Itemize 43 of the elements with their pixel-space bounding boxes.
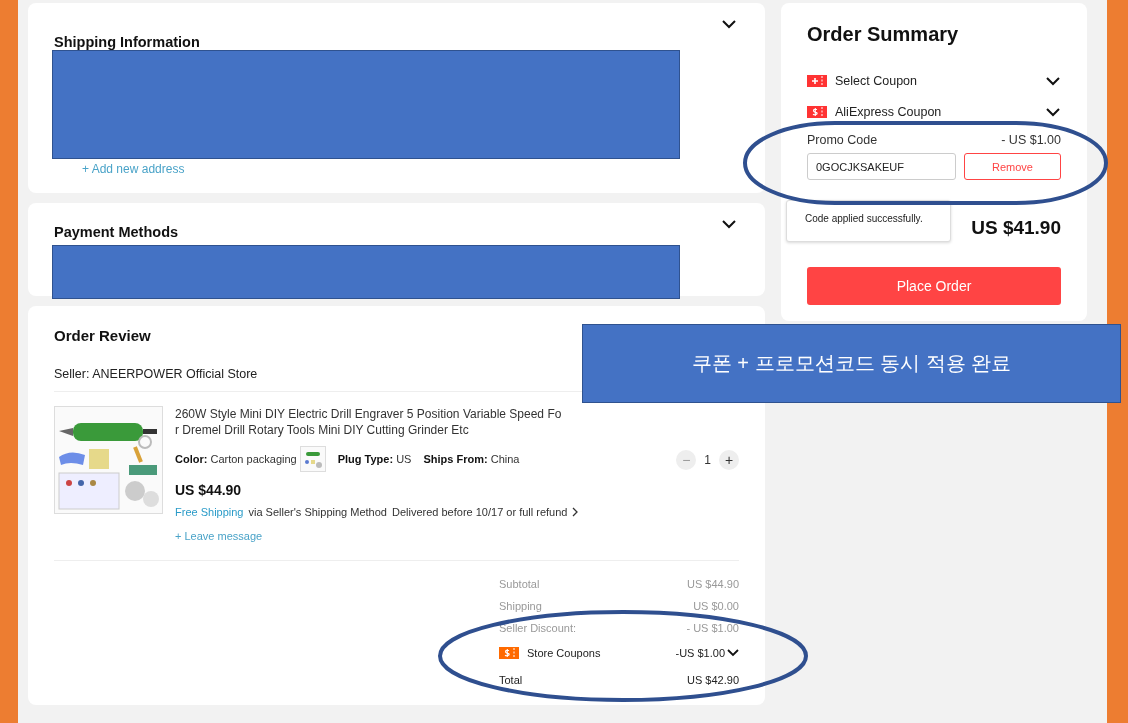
product-attribute: Plug Type: US: [337, 453, 412, 465]
summary-value: -US $1.00: [675, 646, 725, 659]
section-title: Order Review: [54, 327, 151, 344]
success-tooltip: Code applied successfully.: [786, 200, 951, 242]
free-shipping-label: Free Shipping: [175, 506, 244, 518]
promo-code-field[interactable]: 0GOCJKSAKEUF: [807, 153, 956, 180]
coupon-label[interactable]: AliExpress Coupon: [835, 105, 942, 119]
coupon-label[interactable]: Select Coupon: [835, 74, 917, 88]
shipping-method: via Seller's Shipping Method: [248, 506, 387, 518]
seller-name: Seller: ANEERPOWER Official Store: [54, 367, 259, 381]
summary-label: Subtotal: [499, 578, 540, 590]
summary-value: - US $1.00: [686, 622, 739, 634]
summary-label: Seller Discount:: [499, 622, 577, 634]
product-attribute: Ships From: China: [423, 453, 520, 465]
dollar-coupon-icon: [807, 106, 827, 118]
increase-button[interactable]: +: [719, 450, 739, 470]
promo-discount: - US $1.00: [1001, 133, 1061, 147]
product-title[interactable]: 260W Style Mini DIY Electric Drill Engraver 5 Position Variable Speed Fo r Dremel Drill Rotary Tools Mini DIY Cutting Grinder Etc: [175, 406, 562, 438]
summary-value: US $42.90: [687, 673, 739, 686]
chevron-icon[interactable]: [721, 19, 737, 29]
chevron-icon[interactable]: [1045, 76, 1061, 86]
chevron-icon[interactable]: [727, 648, 739, 657]
summary-title: Order Summary: [807, 22, 960, 46]
chevron-right-icon[interactable]: [572, 507, 579, 517]
delivery-info[interactable]: Delivered before 10/17 or full refund: [391, 506, 568, 518]
section-title: Payment Methods: [54, 224, 179, 240]
coupon-icon: [807, 75, 827, 87]
quantity-value: 1: [704, 453, 711, 467]
summary-label: Total: [499, 673, 523, 686]
dollar-coupon-icon: [499, 646, 519, 659]
summary-value: US $0.00: [693, 600, 739, 612]
order-total: US $41.90: [971, 217, 1061, 239]
promo-label: Promo Code: [807, 133, 878, 147]
chevron-icon[interactable]: [721, 219, 737, 229]
section-title: Shipping Information: [54, 34, 200, 50]
product-price: US $44.90: [175, 482, 243, 498]
annotation-caption: 쿠폰 + 프로모션코드 동시 적용 완료: [582, 324, 1121, 403]
summary-value: US $44.90: [687, 578, 739, 590]
summary-label: Shipping: [499, 600, 542, 612]
remove-button[interactable]: Remove: [964, 153, 1061, 180]
summary-label: Store Coupons: [527, 646, 601, 659]
product-attribute: Color: Carton packaging: [175, 453, 297, 465]
chevron-icon[interactable]: [1045, 107, 1061, 117]
